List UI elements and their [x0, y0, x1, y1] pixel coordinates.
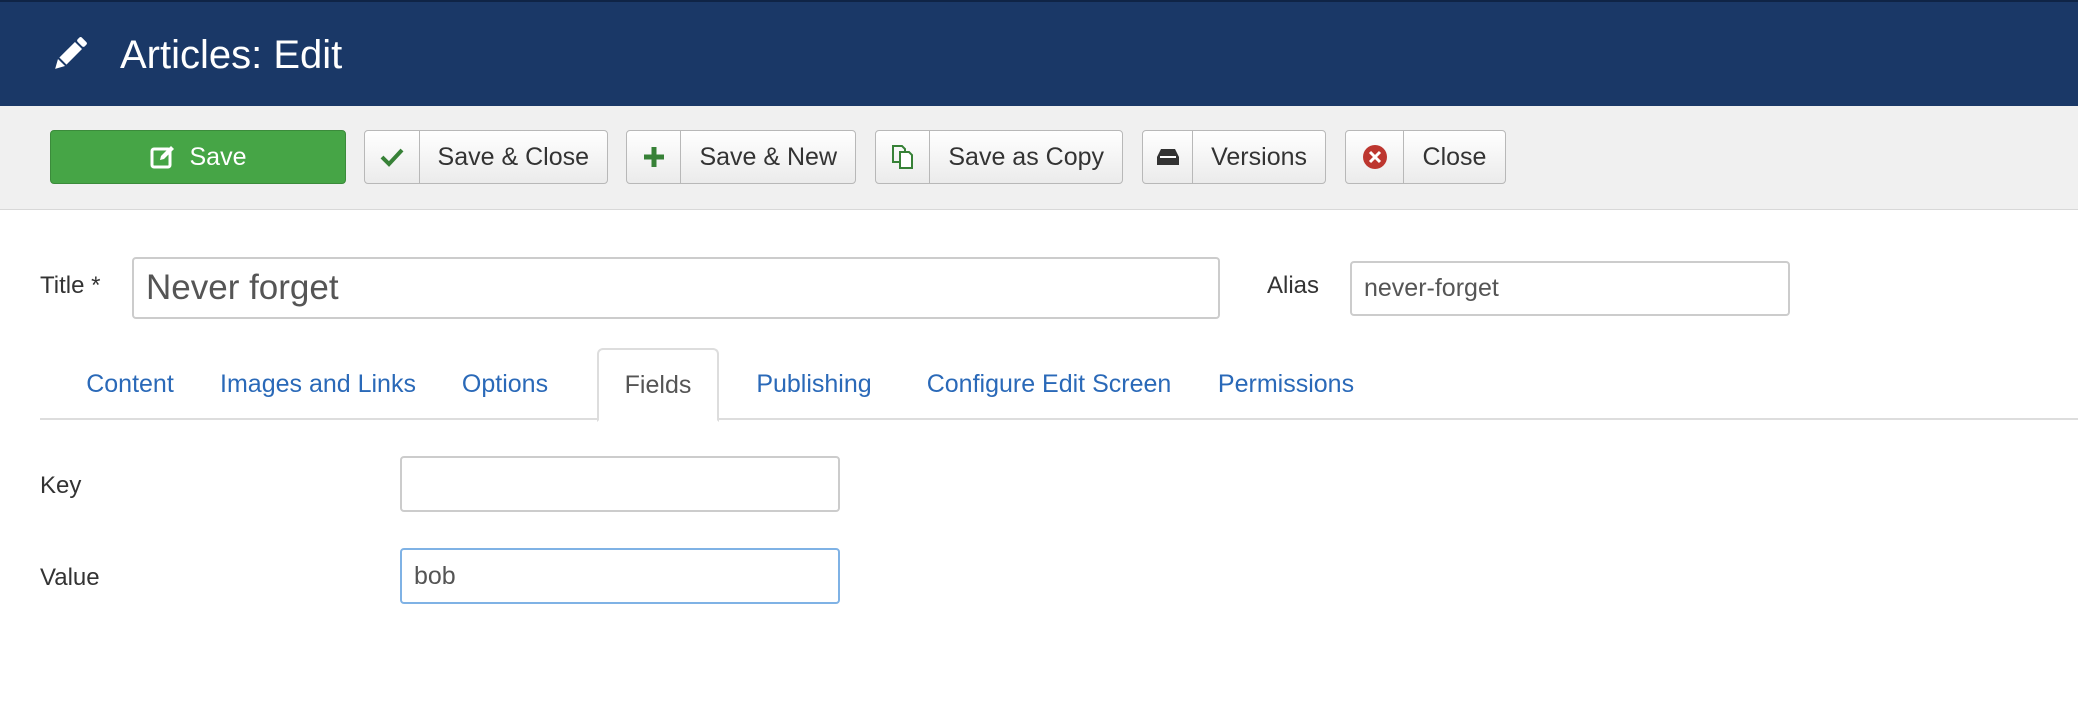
save-button-label: Save [189, 142, 247, 171]
tab-options[interactable]: Options [444, 348, 566, 420]
save-close-button[interactable]: Save & Close [364, 130, 608, 184]
versions-label: Versions [1211, 142, 1307, 171]
save-as-copy-button[interactable]: Save as Copy [875, 130, 1123, 184]
copy-icon [876, 131, 931, 183]
save-button[interactable]: Save [50, 130, 346, 184]
close-button[interactable]: Close [1345, 130, 1506, 184]
pencil-icon [55, 37, 87, 69]
key-input[interactable] [400, 456, 840, 512]
close-label: Close [1422, 142, 1487, 171]
tab-fields[interactable]: Fields [597, 348, 719, 422]
page-title: Articles: Edit [120, 33, 343, 77]
title-label: Title * [40, 272, 101, 299]
tab-images-and-links[interactable]: Images and Links [210, 348, 426, 420]
save-close-label: Save & Close [437, 142, 589, 171]
tab-bar: Content Images and Links Options Fields … [40, 348, 2078, 422]
toolbar: Save Save & Close Save & New Save as Cop… [0, 106, 2078, 210]
tab-content[interactable]: Content [65, 348, 195, 420]
edit-icon [150, 146, 174, 169]
versions-button[interactable]: Versions [1142, 130, 1326, 184]
page-header: Articles: Edit [0, 0, 2078, 106]
plus-icon [627, 131, 682, 183]
key-label: Key [40, 472, 82, 499]
tab-publishing[interactable]: Publishing [737, 348, 891, 420]
save-as-copy-label: Save as Copy [948, 142, 1104, 171]
title-input[interactable] [132, 257, 1220, 319]
save-new-button[interactable]: Save & New [626, 130, 856, 184]
tab-permissions[interactable]: Permissions [1206, 348, 1366, 420]
value-input[interactable] [400, 548, 840, 604]
archive-icon [1143, 131, 1194, 183]
alias-label: Alias [1267, 272, 1320, 299]
tab-configure-edit-screen[interactable]: Configure Edit Screen [912, 348, 1186, 420]
alias-input[interactable] [1350, 261, 1790, 316]
save-new-label: Save & New [699, 142, 837, 171]
cancel-icon [1346, 131, 1404, 183]
check-icon [365, 131, 420, 183]
value-label: Value [40, 564, 100, 591]
